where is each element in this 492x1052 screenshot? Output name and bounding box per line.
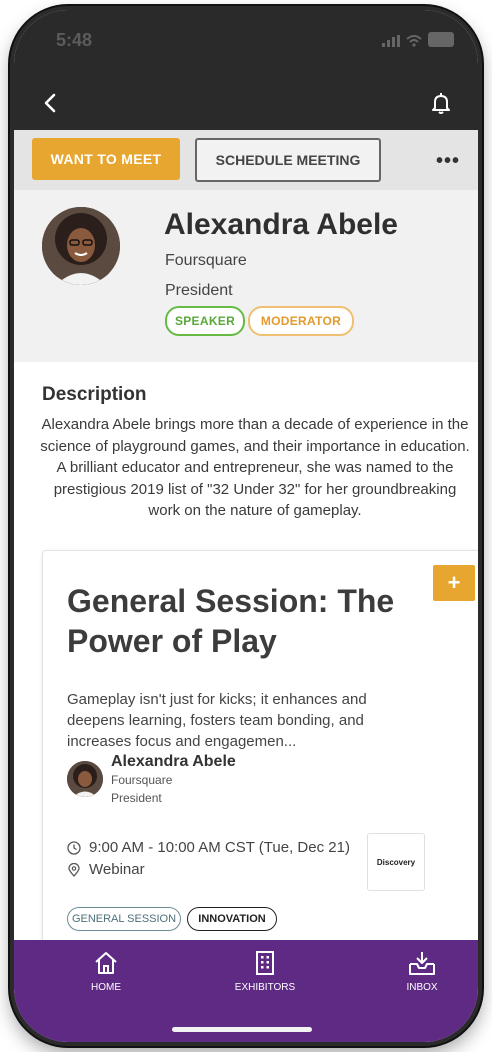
- want-to-meet-button[interactable]: WANT TO MEET: [32, 138, 180, 180]
- bell-icon[interactable]: [428, 90, 454, 116]
- profile-name: Alexandra Abele: [164, 208, 398, 241]
- tab-home[interactable]: HOME: [56, 950, 156, 993]
- speaker-tag: SPEAKER: [165, 306, 245, 336]
- nav-bar: [14, 78, 478, 130]
- speaker-company: Foursquare: [111, 773, 173, 787]
- signal-icon: [382, 35, 400, 47]
- more-options-icon[interactable]: •••: [436, 150, 460, 173]
- app-screen: 5:48 WANT TO MEET SCHEDULE MEETING ••• A…: [14, 10, 478, 1042]
- innovation-tag[interactable]: INNOVATION: [187, 907, 277, 931]
- tab-bar: HOME EXHIBITORS INBOX: [14, 940, 478, 1042]
- home-icon: [95, 952, 117, 974]
- tab-exhibitors-label: EXHIBITORS: [234, 982, 296, 993]
- status-time: 5:48: [56, 30, 93, 50]
- sponsor-logo[interactable]: Discovery: [367, 833, 425, 891]
- general-session-tag[interactable]: GENERAL SESSION: [67, 907, 181, 931]
- session-time: 9:00 AM - 10:00 AM CST (Tue, Dec 21): [89, 839, 350, 856]
- description-text: Alexandra Abele brings more than a decad…: [40, 416, 470, 519]
- inbox-icon: [409, 952, 435, 975]
- speaker-title: President: [111, 791, 162, 805]
- session-description: Gameplay isn't just for kicks; it enhanc…: [67, 691, 367, 750]
- profile-title: President: [165, 282, 233, 299]
- avatar: [42, 207, 120, 285]
- home-indicator[interactable]: [172, 1027, 312, 1032]
- tab-inbox[interactable]: INBOX: [372, 950, 472, 993]
- system-indicators: [382, 32, 454, 47]
- description-heading: Description: [42, 384, 147, 405]
- tab-inbox-label: INBOX: [406, 982, 438, 993]
- battery-icon: [428, 32, 454, 47]
- location-pin-icon: [68, 862, 80, 877]
- tab-home-label: HOME: [91, 982, 121, 993]
- session-title[interactable]: General Session: The Power of Play: [67, 581, 427, 661]
- building-icon: [256, 951, 274, 975]
- clock-icon: [67, 840, 81, 855]
- tab-exhibitors[interactable]: EXHIBITORS: [215, 950, 315, 993]
- speaker-name[interactable]: Alexandra Abele: [111, 753, 236, 771]
- phone-frame: 5:48 WANT TO MEET SCHEDULE MEETING ••• A…: [10, 6, 482, 1046]
- session-card[interactable]: + General Session: The Power of Play Gam…: [42, 550, 478, 962]
- moderator-tag: MODERATOR: [248, 306, 354, 336]
- session-location: Webinar: [89, 861, 145, 878]
- session-time-row: 9:00 AM - 10:00 AM CST (Tue, Dec 21): [67, 839, 350, 856]
- add-session-button[interactable]: +: [433, 565, 475, 601]
- status-bar: 5:48: [14, 10, 478, 78]
- wifi-icon: [406, 35, 422, 47]
- session-location-row: Webinar: [67, 861, 145, 878]
- profile-header: Alexandra Abele Foursquare President SPE…: [14, 190, 478, 362]
- action-bar: WANT TO MEET SCHEDULE MEETING •••: [14, 130, 478, 190]
- profile-company: Foursquare: [165, 252, 247, 269]
- schedule-meeting-button[interactable]: SCHEDULE MEETING: [195, 138, 381, 182]
- chevron-left-icon[interactable]: [38, 90, 64, 116]
- speaker-avatar: [67, 761, 103, 797]
